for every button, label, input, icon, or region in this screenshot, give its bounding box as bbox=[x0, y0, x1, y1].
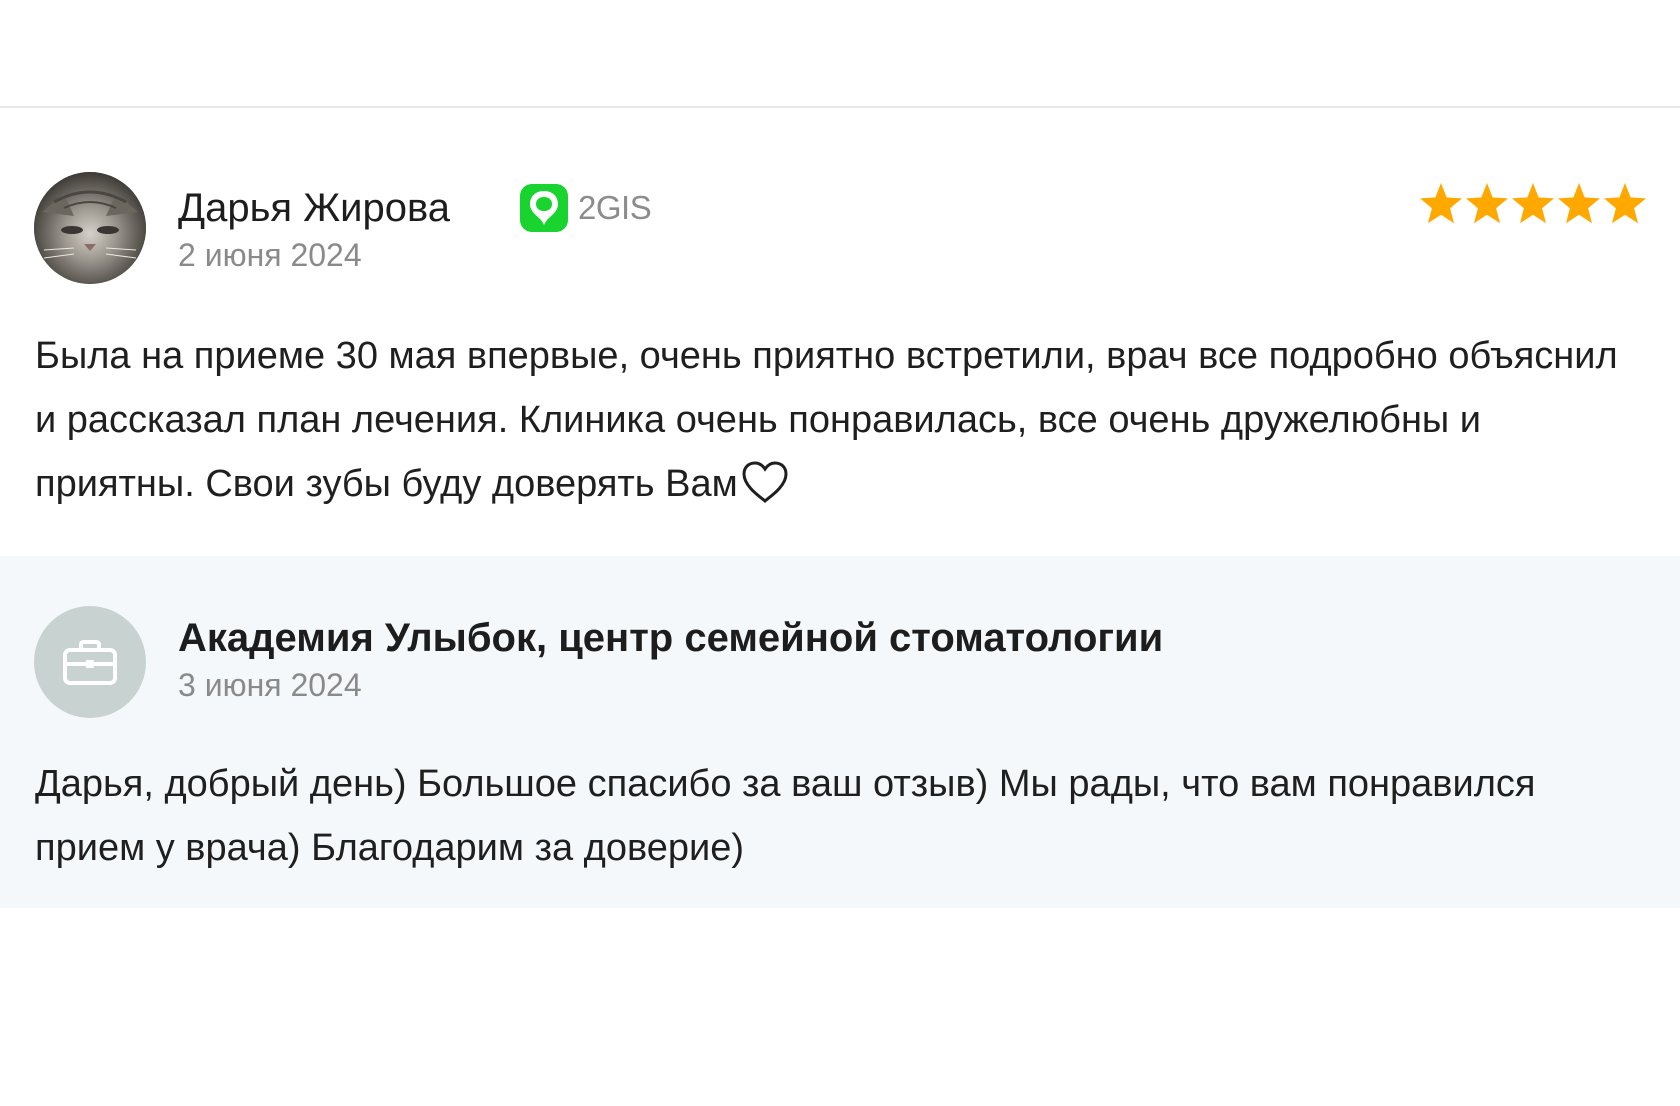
user-avatar[interactable] bbox=[34, 172, 146, 284]
reply-text: Дарья, добрый день) Большое спасибо за в… bbox=[35, 763, 1536, 869]
review-text: Была на приеме 30 мая впервые, очень при… bbox=[35, 324, 1645, 516]
source-badge: 2GIS bbox=[520, 184, 652, 232]
star-icon bbox=[1558, 183, 1600, 224]
star-icon bbox=[1604, 183, 1646, 224]
owner-reply: Академия Улыбок, центр семейной стоматол… bbox=[0, 556, 1680, 908]
star-icon bbox=[1512, 183, 1554, 224]
star-icon bbox=[1420, 183, 1462, 224]
review-text-body: Была на приеме 30 мая впервые, очень при… bbox=[35, 335, 1618, 505]
2gis-logo-icon bbox=[520, 184, 568, 232]
author-name[interactable]: Дарья Жирова bbox=[178, 184, 450, 232]
star-rating bbox=[1418, 180, 1648, 236]
review-date: 2 июня 2024 bbox=[178, 237, 362, 273]
briefcase-icon bbox=[63, 640, 117, 685]
org-name[interactable]: Академия Улыбок, центр семейной стоматол… bbox=[178, 614, 1163, 662]
star-icon bbox=[1466, 183, 1508, 224]
reviews-page: Дарья Жирова 2GIS 2 июня 2024 Была на пр… bbox=[0, 0, 1680, 1106]
source-label: 2GIS bbox=[578, 189, 652, 226]
cat-photo-icon bbox=[34, 172, 146, 284]
heart-outline-icon bbox=[742, 461, 788, 504]
review-card: Дарья Жирова 2GIS 2 июня 2024 Была на пр… bbox=[0, 108, 1680, 556]
reply-date: 3 июня 2024 bbox=[178, 667, 362, 703]
org-avatar bbox=[34, 606, 146, 718]
